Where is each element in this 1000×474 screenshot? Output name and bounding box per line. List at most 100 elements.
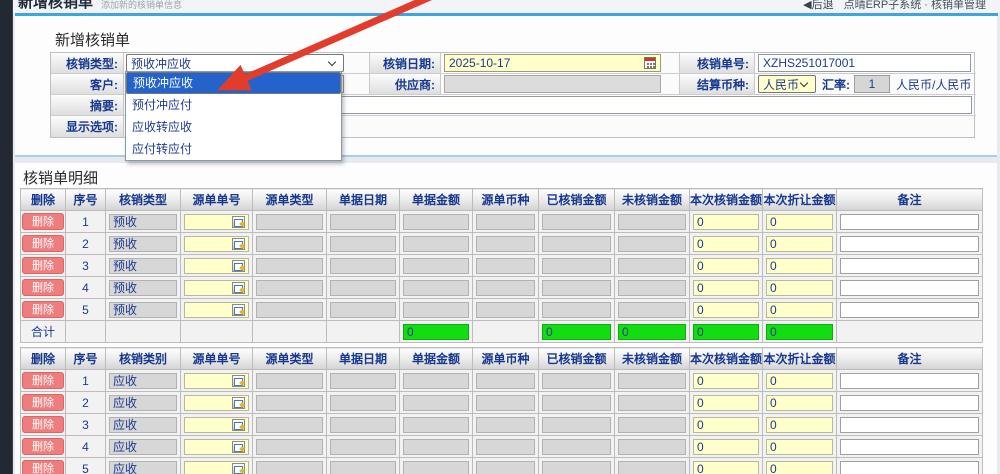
delete-row-button[interactable]: 删除 — [22, 235, 64, 252]
doc-date-field — [330, 214, 396, 230]
remark-input[interactable] — [840, 373, 979, 389]
source-docno-input[interactable] — [184, 461, 249, 474]
delete-row-button[interactable]: 删除 — [22, 460, 64, 474]
dropdown-option-selected[interactable]: 预收冲应收 — [126, 72, 341, 94]
delete-row-button[interactable]: 删除 — [22, 416, 64, 433]
remark-input[interactable] — [840, 302, 979, 318]
lookup-icon[interactable] — [232, 419, 245, 431]
rate-value-box: 1 — [854, 75, 890, 93]
total-unverified-amount: 0 — [618, 324, 686, 340]
remark-input[interactable] — [840, 395, 979, 411]
dropdown-option[interactable]: 应收转应收 — [126, 116, 341, 138]
lookup-icon[interactable] — [232, 260, 245, 272]
lookup-icon[interactable] — [232, 463, 245, 474]
doc-amount-field — [403, 461, 469, 474]
remark-input[interactable] — [840, 280, 979, 296]
delete-row-button[interactable]: 删除 — [22, 213, 64, 230]
delete-cell: 删除 — [21, 436, 66, 458]
doc-amount-field — [403, 236, 469, 252]
source-docno-input[interactable] — [184, 280, 249, 296]
doc-date-field — [330, 373, 396, 389]
back-link[interactable]: ◀后退 — [803, 0, 833, 11]
column-header: 单据金额 — [400, 189, 473, 211]
current-discount-amount-input[interactable]: 0 — [766, 214, 833, 230]
delete-row-button[interactable]: 删除 — [22, 438, 64, 455]
current-verify-amount-input[interactable]: 0 — [693, 395, 759, 411]
source-docno-input[interactable] — [184, 395, 249, 411]
current-verify-amount-input[interactable]: 0 — [693, 439, 759, 455]
remark-input[interactable] — [840, 439, 979, 455]
lookup-icon[interactable] — [232, 375, 245, 387]
delete-row-button[interactable]: 删除 — [22, 301, 64, 318]
lookup-icon[interactable] — [232, 282, 245, 294]
detail-panel: 核销单明细 删除序号核销类型源单单号源单类型单据日期单据金额源单币种已核销金额未… — [15, 163, 997, 474]
lookup-icon[interactable] — [232, 216, 245, 228]
lookup-icon[interactable] — [232, 304, 245, 316]
source-docno-input[interactable] — [184, 302, 249, 318]
delete-row-button[interactable]: 删除 — [22, 257, 64, 274]
current-verify-amount-input[interactable]: 0 — [693, 373, 759, 389]
current-verify-amount-input[interactable]: 0 — [693, 258, 759, 274]
table-row: 删除 1 预收 0 0 — [21, 211, 983, 233]
total-current-discount-amount: 0 — [766, 324, 833, 340]
verify-type-field: 应收 — [109, 461, 177, 474]
unverified-amount-field — [618, 439, 686, 455]
current-verify-amount-input[interactable]: 0 — [693, 280, 759, 296]
verify-type-dropdown-list: 预收冲应收 预付冲应付 应收转应收 应付转应付 — [125, 71, 342, 161]
current-verify-amount-input[interactable]: 0 — [693, 236, 759, 252]
current-discount-amount-input[interactable]: 0 — [766, 439, 833, 455]
source-docno-input[interactable] — [184, 236, 249, 252]
verify-type-select[interactable]: 预收冲应收 — [126, 54, 344, 72]
current-discount-amount-input[interactable]: 0 — [766, 258, 833, 274]
currency-label: 结算币种: — [679, 74, 755, 95]
current-verify-amount-input[interactable]: 0 — [693, 417, 759, 433]
remark-input[interactable] — [840, 236, 979, 252]
delete-row-button[interactable]: 删除 — [22, 394, 64, 411]
verify-date-input[interactable]: 2025-10-17 — [444, 54, 661, 72]
lookup-icon[interactable] — [232, 441, 245, 453]
current-verify-amount-input[interactable]: 0 — [693, 214, 759, 230]
breadcrumb-path[interactable]: 点晴ERP子系统 · 核销单管理 — [844, 0, 986, 11]
current-discount-amount-input[interactable]: 0 — [766, 302, 833, 318]
delete-cell: 删除 — [21, 414, 66, 436]
remark-input[interactable] — [840, 461, 979, 474]
verify-type-field: 应收 — [109, 439, 177, 455]
app-window: 新增核销单 添加新的核销单信息 ◀后退点晴ERP子系统 · 核销单管理 新增核销… — [0, 0, 1000, 474]
unverified-amount-field — [618, 302, 686, 318]
delete-row-button[interactable]: 删除 — [22, 372, 64, 389]
customer-label: 客户: — [51, 74, 124, 95]
current-discount-amount-input[interactable]: 0 — [766, 417, 833, 433]
remark-input[interactable] — [840, 417, 979, 433]
current-discount-amount-input[interactable]: 0 — [766, 280, 833, 296]
lookup-icon[interactable] — [232, 238, 245, 250]
table-row: 删除 3 预收 0 0 — [21, 255, 983, 277]
currency-select[interactable]: 人民币 — [758, 75, 816, 93]
source-docno-input[interactable] — [184, 439, 249, 455]
current-verify-amount-input[interactable]: 0 — [693, 302, 759, 318]
summary-label: 摘要: — [51, 95, 124, 116]
dropdown-option[interactable]: 应付转应付 — [126, 138, 341, 160]
verify-type-field: 应收 — [109, 417, 177, 433]
current-discount-amount-input[interactable]: 0 — [766, 395, 833, 411]
remark-input[interactable] — [840, 258, 979, 274]
docno-input[interactable]: XZHS251017001 — [758, 54, 971, 72]
verified-amount-field — [542, 417, 611, 433]
source-docno-input[interactable] — [184, 417, 249, 433]
current-discount-amount-input[interactable]: 0 — [766, 461, 833, 474]
source-docno-input[interactable] — [184, 214, 249, 230]
delete-row-button[interactable]: 删除 — [22, 279, 64, 296]
current-verify-amount-input[interactable]: 0 — [693, 461, 759, 474]
calendar-icon[interactable] — [644, 57, 656, 69]
source-docno-input[interactable] — [184, 258, 249, 274]
lookup-icon[interactable] — [232, 397, 245, 409]
column-header: 备注 — [837, 348, 983, 370]
doc-date-field — [330, 258, 396, 274]
current-discount-amount-input[interactable]: 0 — [766, 373, 833, 389]
current-discount-amount-input[interactable]: 0 — [766, 236, 833, 252]
display-options-label: 显示选项: — [51, 116, 124, 137]
chevron-down-icon — [800, 78, 808, 86]
source-docno-input[interactable] — [184, 373, 249, 389]
dropdown-option[interactable]: 预付冲应付 — [126, 94, 341, 116]
remark-input[interactable] — [840, 214, 979, 230]
delete-cell: 删除 — [21, 392, 66, 414]
